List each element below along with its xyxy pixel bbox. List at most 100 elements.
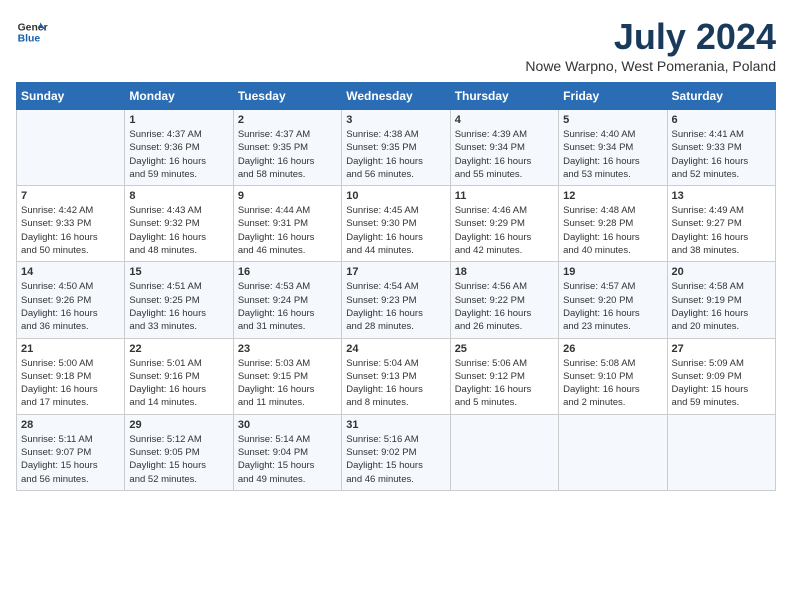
day-number: 29 [129,419,228,431]
day-info: Sunrise: 4:56 AM Sunset: 9:22 PM Dayligh… [455,280,554,333]
day-number: 23 [238,343,337,355]
day-info: Sunrise: 5:03 AM Sunset: 9:15 PM Dayligh… [238,357,337,410]
day-number: 5 [563,114,662,126]
calendar-day-cell: 22 Sunrise: 5:01 AM Sunset: 9:16 PM Dayli… [125,338,233,414]
day-info: Sunrise: 4:38 AM Sunset: 9:35 PM Dayligh… [346,128,445,181]
day-number: 10 [346,190,445,202]
calendar-week-row: 1Sunrise: 4:37 AM Sunset: 9:36 PM Daylig… [17,110,776,186]
calendar-day-cell: 31 Sunrise: 5:16 AM Sunset: 9:02 PM Dayli… [342,414,450,490]
day-info: Sunrise: 4:43 AM Sunset: 9:32 PM Dayligh… [129,204,228,257]
calendar-day-cell: 25 Sunrise: 5:06 AM Sunset: 9:12 PM Dayli… [450,338,558,414]
calendar-day-cell: 13 Sunrise: 4:49 AM Sunset: 9:27 PM Dayli… [667,186,775,262]
calendar-day-cell: 23 Sunrise: 5:03 AM Sunset: 9:15 PM Dayli… [233,338,341,414]
calendar-header-day: Saturday [667,83,775,110]
day-number: 11 [455,190,554,202]
day-info: Sunrise: 5:08 AM Sunset: 9:10 PM Dayligh… [563,357,662,410]
calendar-week-row: 14 Sunrise: 4:50 AM Sunset: 9:26 PM Dayli… [17,262,776,338]
day-info: Sunrise: 4:48 AM Sunset: 9:28 PM Dayligh… [563,204,662,257]
logo-icon: General Blue [16,16,48,48]
calendar-day-cell: 24 Sunrise: 5:04 AM Sunset: 9:13 PM Dayli… [342,338,450,414]
day-info: Sunrise: 5:04 AM Sunset: 9:13 PM Dayligh… [346,357,445,410]
calendar-day-cell: 28Sunrise: 5:11 AM Sunset: 9:07 PM Dayli… [17,414,125,490]
calendar-day-cell: 9 Sunrise: 4:44 AM Sunset: 9:31 PM Daylig… [233,186,341,262]
day-number: 19 [563,266,662,278]
day-info: Sunrise: 5:09 AM Sunset: 9:09 PM Dayligh… [672,357,771,410]
day-info: Sunrise: 4:53 AM Sunset: 9:24 PM Dayligh… [238,280,337,333]
calendar-day-cell: 8 Sunrise: 4:43 AM Sunset: 9:32 PM Daylig… [125,186,233,262]
calendar-day-cell: 1Sunrise: 4:37 AM Sunset: 9:36 PM Daylig… [125,110,233,186]
calendar-day-cell: 16Sunrise: 4:53 AM Sunset: 9:24 PM Dayli… [233,262,341,338]
calendar-week-row: 28Sunrise: 5:11 AM Sunset: 9:07 PM Dayli… [17,414,776,490]
day-number: 3 [346,114,445,126]
calendar-day-cell: 29Sunrise: 5:12 AM Sunset: 9:05 PM Dayli… [125,414,233,490]
calendar-header-row: SundayMondayTuesdayWednesdayThursdayFrid… [17,83,776,110]
day-number: 2 [238,114,337,126]
day-number: 21 [21,343,120,355]
calendar-day-cell: 19Sunrise: 4:57 AM Sunset: 9:20 PM Dayli… [559,262,667,338]
day-info: Sunrise: 4:58 AM Sunset: 9:19 PM Dayligh… [672,280,771,333]
day-number: 22 [129,343,228,355]
day-info: Sunrise: 4:42 AM Sunset: 9:33 PM Dayligh… [21,204,120,257]
day-number: 9 [238,190,337,202]
calendar-week-row: 7 Sunrise: 4:42 AM Sunset: 9:33 PM Daylig… [17,186,776,262]
day-info: Sunrise: 5:14 AM Sunset: 9:04 PM Dayligh… [238,433,337,486]
logo: General Blue [16,16,48,48]
calendar-table: SundayMondayTuesdayWednesdayThursdayFrid… [16,82,776,491]
day-info: Sunrise: 5:06 AM Sunset: 9:12 PM Dayligh… [455,357,554,410]
calendar-day-cell: 2 Sunrise: 4:37 AM Sunset: 9:35 PM Daylig… [233,110,341,186]
calendar-day-cell: 30 Sunrise: 5:14 AM Sunset: 9:04 PM Dayli… [233,414,341,490]
day-info: Sunrise: 5:00 AM Sunset: 9:18 PM Dayligh… [21,357,120,410]
day-number: 7 [21,190,120,202]
svg-text:Blue: Blue [18,34,41,45]
calendar-day-cell: 3 Sunrise: 4:38 AM Sunset: 9:35 PM Daylig… [342,110,450,186]
calendar-day-cell: 27 Sunrise: 5:09 AM Sunset: 9:09 PM Dayli… [667,338,775,414]
day-info: Sunrise: 4:41 AM Sunset: 9:33 PM Dayligh… [672,128,771,181]
day-number: 20 [672,266,771,278]
calendar-day-cell: 7 Sunrise: 4:42 AM Sunset: 9:33 PM Daylig… [17,186,125,262]
month-title: July 2024 [525,16,776,58]
calendar-day-cell [667,414,775,490]
calendar-day-cell: 20 Sunrise: 4:58 AM Sunset: 9:19 PM Dayli… [667,262,775,338]
day-number: 27 [672,343,771,355]
day-number: 14 [21,266,120,278]
calendar-day-cell: 4 Sunrise: 4:39 AM Sunset: 9:34 PM Daylig… [450,110,558,186]
calendar-header-day: Sunday [17,83,125,110]
day-info: Sunrise: 4:49 AM Sunset: 9:27 PM Dayligh… [672,204,771,257]
calendar-day-cell [559,414,667,490]
day-info: Sunrise: 4:44 AM Sunset: 9:31 PM Dayligh… [238,204,337,257]
day-number: 30 [238,419,337,431]
calendar-header-day: Monday [125,83,233,110]
day-info: Sunrise: 4:51 AM Sunset: 9:25 PM Dayligh… [129,280,228,333]
calendar-header-day: Wednesday [342,83,450,110]
title-area: July 2024 Nowe Warpno, West Pomerania, P… [525,16,776,74]
day-number: 4 [455,114,554,126]
location-subtitle: Nowe Warpno, West Pomerania, Poland [525,58,776,74]
calendar-day-cell: 5 Sunrise: 4:40 AM Sunset: 9:34 PM Daylig… [559,110,667,186]
calendar-day-cell: 12Sunrise: 4:48 AM Sunset: 9:28 PM Dayli… [559,186,667,262]
day-number: 24 [346,343,445,355]
day-number: 17 [346,266,445,278]
day-number: 25 [455,343,554,355]
page-header: General Blue July 2024 Nowe Warpno, West… [16,16,776,74]
calendar-header-day: Thursday [450,83,558,110]
calendar-day-cell: 6 Sunrise: 4:41 AM Sunset: 9:33 PM Daylig… [667,110,775,186]
calendar-header-day: Tuesday [233,83,341,110]
day-number: 26 [563,343,662,355]
day-info: Sunrise: 4:39 AM Sunset: 9:34 PM Dayligh… [455,128,554,181]
day-number: 6 [672,114,771,126]
day-number: 31 [346,419,445,431]
day-info: Sunrise: 5:16 AM Sunset: 9:02 PM Dayligh… [346,433,445,486]
day-info: Sunrise: 4:50 AM Sunset: 9:26 PM Dayligh… [21,280,120,333]
day-number: 8 [129,190,228,202]
calendar-day-cell [17,110,125,186]
day-info: Sunrise: 5:01 AM Sunset: 9:16 PM Dayligh… [129,357,228,410]
calendar-day-cell: 15Sunrise: 4:51 AM Sunset: 9:25 PM Dayli… [125,262,233,338]
calendar-day-cell [450,414,558,490]
day-info: Sunrise: 4:37 AM Sunset: 9:36 PM Dayligh… [129,128,228,181]
day-number: 18 [455,266,554,278]
calendar-day-cell: 11Sunrise: 4:46 AM Sunset: 9:29 PM Dayli… [450,186,558,262]
day-number: 13 [672,190,771,202]
day-info: Sunrise: 4:40 AM Sunset: 9:34 PM Dayligh… [563,128,662,181]
day-number: 28 [21,419,120,431]
day-info: Sunrise: 4:37 AM Sunset: 9:35 PM Dayligh… [238,128,337,181]
